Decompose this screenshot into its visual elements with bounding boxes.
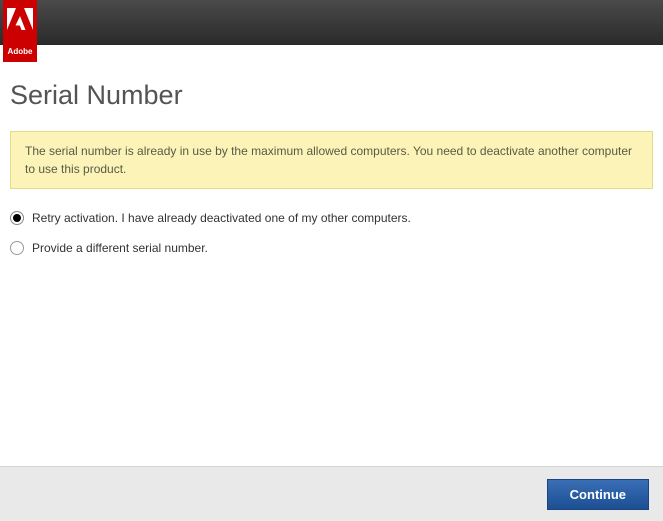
option-retry-label: Retry activation. I have already deactiv… bbox=[32, 211, 411, 225]
radio-icon bbox=[10, 241, 24, 255]
adobe-a-icon bbox=[7, 8, 33, 42]
main-content: Serial Number The serial number is alrea… bbox=[0, 80, 663, 255]
footer-bar: Continue bbox=[0, 466, 663, 521]
adobe-logo-text: Adobe bbox=[8, 47, 33, 56]
header-bar: Adobe bbox=[0, 0, 663, 45]
option-provide-label: Provide a different serial number. bbox=[32, 241, 208, 255]
continue-button[interactable]: Continue bbox=[547, 479, 649, 510]
option-retry-activation[interactable]: Retry activation. I have already deactiv… bbox=[10, 211, 653, 225]
warning-message: The serial number is already in use by t… bbox=[10, 131, 653, 189]
adobe-logo: Adobe bbox=[3, 0, 37, 62]
page-title: Serial Number bbox=[10, 80, 653, 111]
option-provide-serial[interactable]: Provide a different serial number. bbox=[10, 241, 653, 255]
radio-icon bbox=[10, 211, 24, 225]
